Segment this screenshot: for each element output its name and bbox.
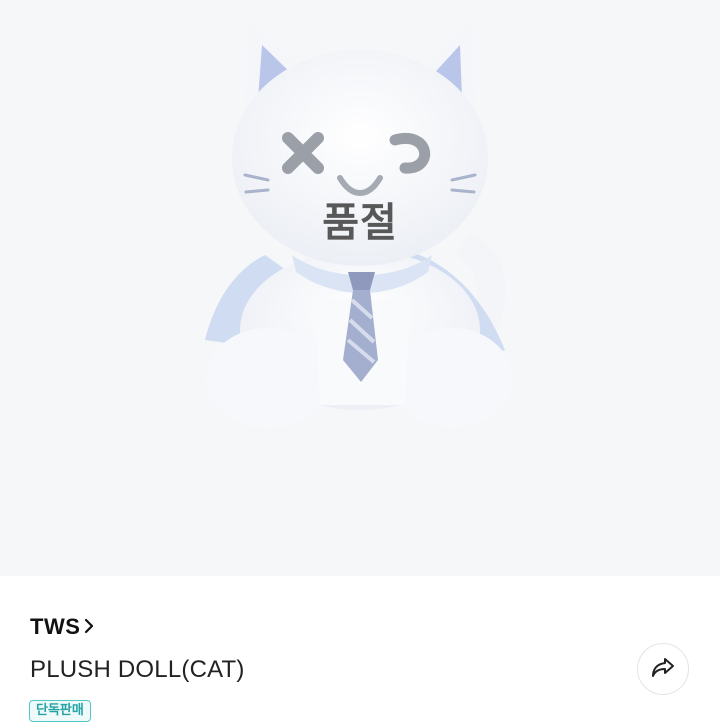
share-button[interactable]	[637, 643, 689, 695]
plush-cat-illustration	[205, 20, 512, 428]
product-image[interactable]: 품절	[0, 0, 720, 576]
chevron-right-icon	[83, 617, 95, 640]
exclusive-sale-badge: 단독판매	[29, 700, 91, 722]
brand-name: TWS	[30, 614, 81, 639]
soldout-label: 품절	[322, 200, 398, 246]
brand-link[interactable]: TWS	[30, 614, 95, 640]
share-arrow-icon	[650, 655, 676, 684]
product-name: PLUSH DOLL(CAT)	[30, 656, 245, 683]
